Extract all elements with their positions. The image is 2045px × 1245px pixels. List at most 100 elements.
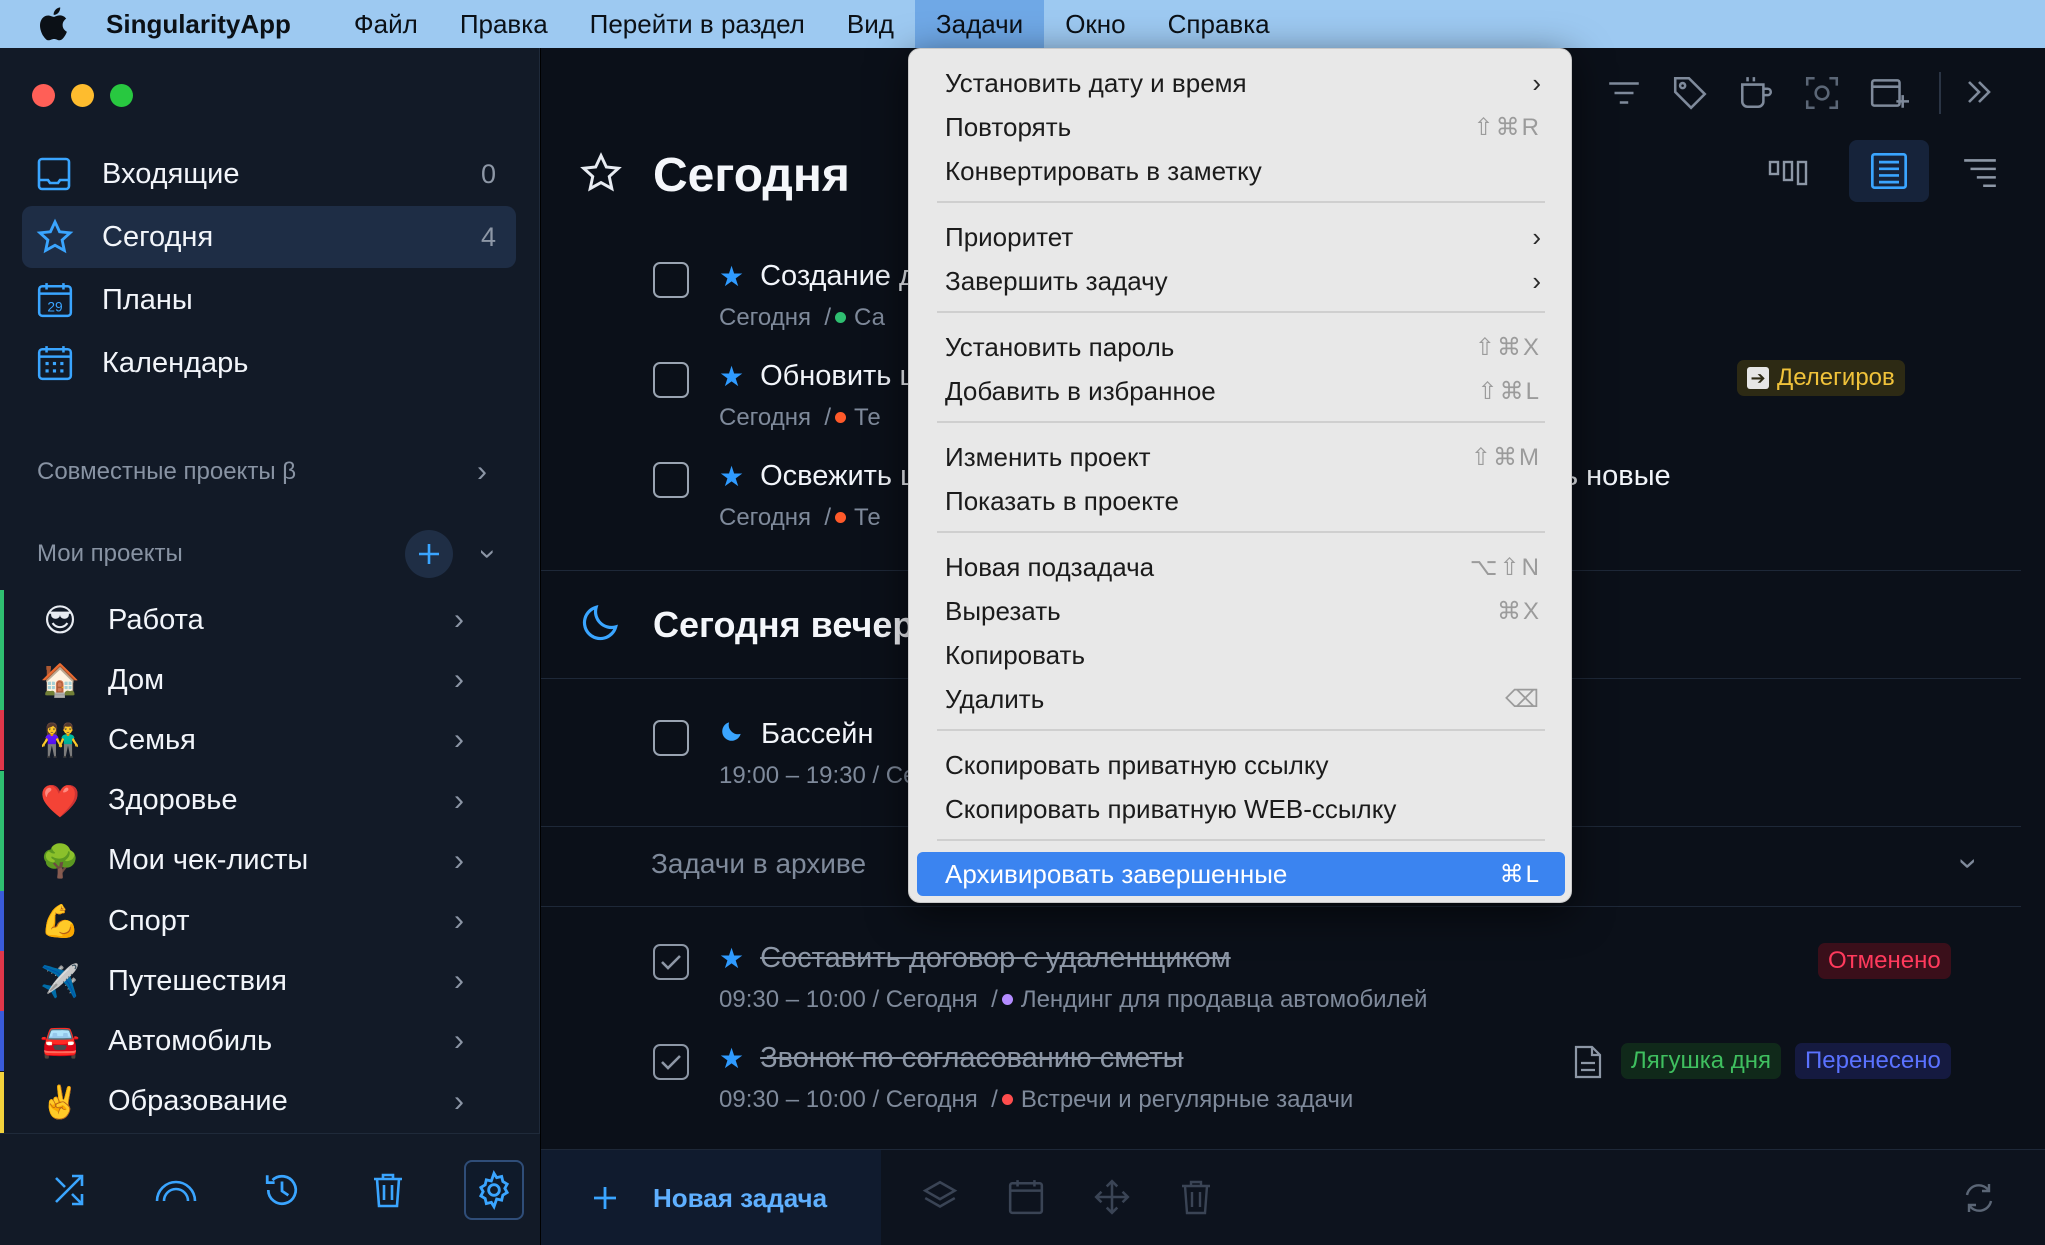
project-item[interactable]: 😎 Работа › [0,590,520,650]
chevron-right-icon: › [454,843,464,877]
star-icon: ★ [719,943,745,974]
shuffle-icon[interactable] [40,1160,100,1220]
history-icon[interactable] [252,1160,312,1220]
menu-item-repeat[interactable]: Повторять ⇧⌘R [917,105,1565,149]
move-icon[interactable] [1093,1178,1131,1221]
divider [541,906,2021,907]
chevron-right-icon: › [477,455,487,488]
menu-separator [937,311,1545,313]
nav-calendar-label: Календарь [102,346,249,379]
moon-icon [579,600,623,649]
menu-item-set-password[interactable]: Установить пароль ⇧⌘X [917,325,1565,369]
focus-icon[interactable] [1803,74,1841,117]
chevron-down-icon[interactable]: › [1949,858,1988,869]
add-window-icon[interactable] [1869,74,1909,117]
menu-item-change-project[interactable]: Изменить проект ⇧⌘M [917,435,1565,479]
menu-item-delete[interactable]: Удалить ⌫ [917,677,1565,721]
project-item[interactable]: ✈️ Путешествия › [0,951,520,1012]
task-checkbox[interactable] [653,462,689,498]
double-chevron-right-icon[interactable] [1961,74,1997,115]
menu-item-complete-task[interactable]: Завершить задачу › [917,259,1565,303]
project-item[interactable]: 💪 Спорт › [0,891,520,951]
chevron-right-icon: › [454,964,464,998]
menu-item-priority[interactable]: Приоритет › [917,215,1565,259]
menu-item-label: Показать в проекте [945,485,1179,516]
shared-projects-header[interactable]: Совместные проекты β › [37,447,517,497]
coffee-icon[interactable] [1737,74,1775,117]
calendar-icon [36,344,96,382]
task-checkbox[interactable] [653,262,689,298]
sort-icon[interactable] [1961,152,1999,195]
my-projects-label: Мои проекты [37,540,183,567]
task-checkbox-checked[interactable] [653,1044,689,1080]
star-outline-icon[interactable] [579,151,623,200]
archive-section-title[interactable]: Задачи в архиве [651,848,866,880]
project-item[interactable]: 🏠 Дом › [0,650,520,711]
minimize-window-button[interactable] [71,84,94,107]
chevron-down-icon[interactable]: › [471,549,505,559]
menu-item-copy-private-web-link[interactable]: Скопировать приватную WEB-ссылку [917,787,1565,831]
menu-help[interactable]: Справка [1147,0,1291,48]
nav-today[interactable]: Сегодня 4 [22,206,516,268]
menu-go-to-section[interactable]: Перейти в раздел [569,0,826,48]
project-color-bar [0,1011,4,1072]
task-title: Создание д [760,260,916,292]
project-item[interactable]: 👫 Семья › [0,710,520,771]
apple-icon[interactable] [38,7,78,41]
menu-item-new-subtask[interactable]: Новая подзадача ⌥⇧N [917,545,1565,589]
menu-item-copy-private-link[interactable]: Скопировать приватную ссылку [917,743,1565,787]
project-item[interactable]: 🚘 Автомобиль › [0,1011,520,1072]
menu-item-archive-completed[interactable]: Архивировать завершенные ⌘L [917,852,1565,896]
page-title: Сегодня [653,149,850,202]
menu-item-set-date-time[interactable]: Установить дату и время › [917,61,1565,105]
menu-window[interactable]: Окно [1044,0,1146,48]
project-emoji-icon: 🏠 [40,662,80,699]
menu-edit[interactable]: Правка [439,0,569,48]
task-date: Сегодня [719,304,811,331]
sync-icon[interactable] [1961,1180,1997,1221]
chevron-right-icon: › [454,1024,464,1058]
task-checkbox[interactable] [653,720,689,756]
app-name-menu[interactable]: SingularityApp [106,9,291,40]
add-project-button[interactable] [405,530,453,578]
menu-separator [937,839,1545,841]
window-controls [32,84,133,107]
rainbow-icon[interactable] [146,1160,206,1220]
nav-calendar[interactable]: Календарь [22,332,516,394]
task-checkbox-checked[interactable] [653,944,689,980]
list-view-icon[interactable] [1849,140,1929,202]
project-item[interactable]: ✌️ Образование › [0,1071,520,1132]
settings-gear-icon[interactable] [464,1159,524,1220]
trash-icon[interactable] [358,1160,418,1220]
menu-item-convert-to-note[interactable]: Конвертировать в заметку [917,149,1565,193]
project-item[interactable]: 🌳 Мои чек-листы › [0,830,520,891]
menu-item-copy[interactable]: Копировать [917,633,1565,677]
chevron-right-icon: › [454,723,464,757]
kanban-view-icon[interactable] [1767,154,1809,195]
close-window-button[interactable] [32,84,55,107]
nav-plans[interactable]: 29 Планы [22,269,516,331]
project-label: Работа [108,603,204,636]
menu-file[interactable]: Файл [333,0,439,48]
project-item[interactable]: ❤️ Здоровье › [0,770,520,831]
calendar-icon[interactable] [1007,1178,1045,1221]
nav-inbox[interactable]: Входящие 0 [22,143,516,205]
zoom-window-button[interactable] [110,84,133,107]
task-title: Бассейн [761,718,874,750]
filter-icon[interactable] [1605,74,1643,117]
menu-item-show-in-project[interactable]: Показать в проекте [917,479,1565,523]
bottom-toolbar: Новая задача [541,1149,2045,1245]
menu-view[interactable]: Вид [826,0,915,48]
trash-icon[interactable] [1179,1178,1213,1221]
new-task-button[interactable]: Новая задача [541,1150,881,1245]
task-checkbox[interactable] [653,362,689,398]
menu-item-cut[interactable]: Вырезать ⌘X [917,589,1565,633]
task-meta: 19:00 – 19:30 / Се [719,762,917,789]
menu-item-add-to-favorites[interactable]: Добавить в избранное ⇧⌘L [917,369,1565,413]
tag-icon[interactable] [1671,74,1709,117]
chevron-right-icon: › [1532,265,1541,296]
menu-tasks[interactable]: Задачи [914,0,1045,48]
layers-icon[interactable] [921,1178,959,1221]
project-label: Семья [108,723,196,756]
chevron-right-icon: › [454,603,464,636]
